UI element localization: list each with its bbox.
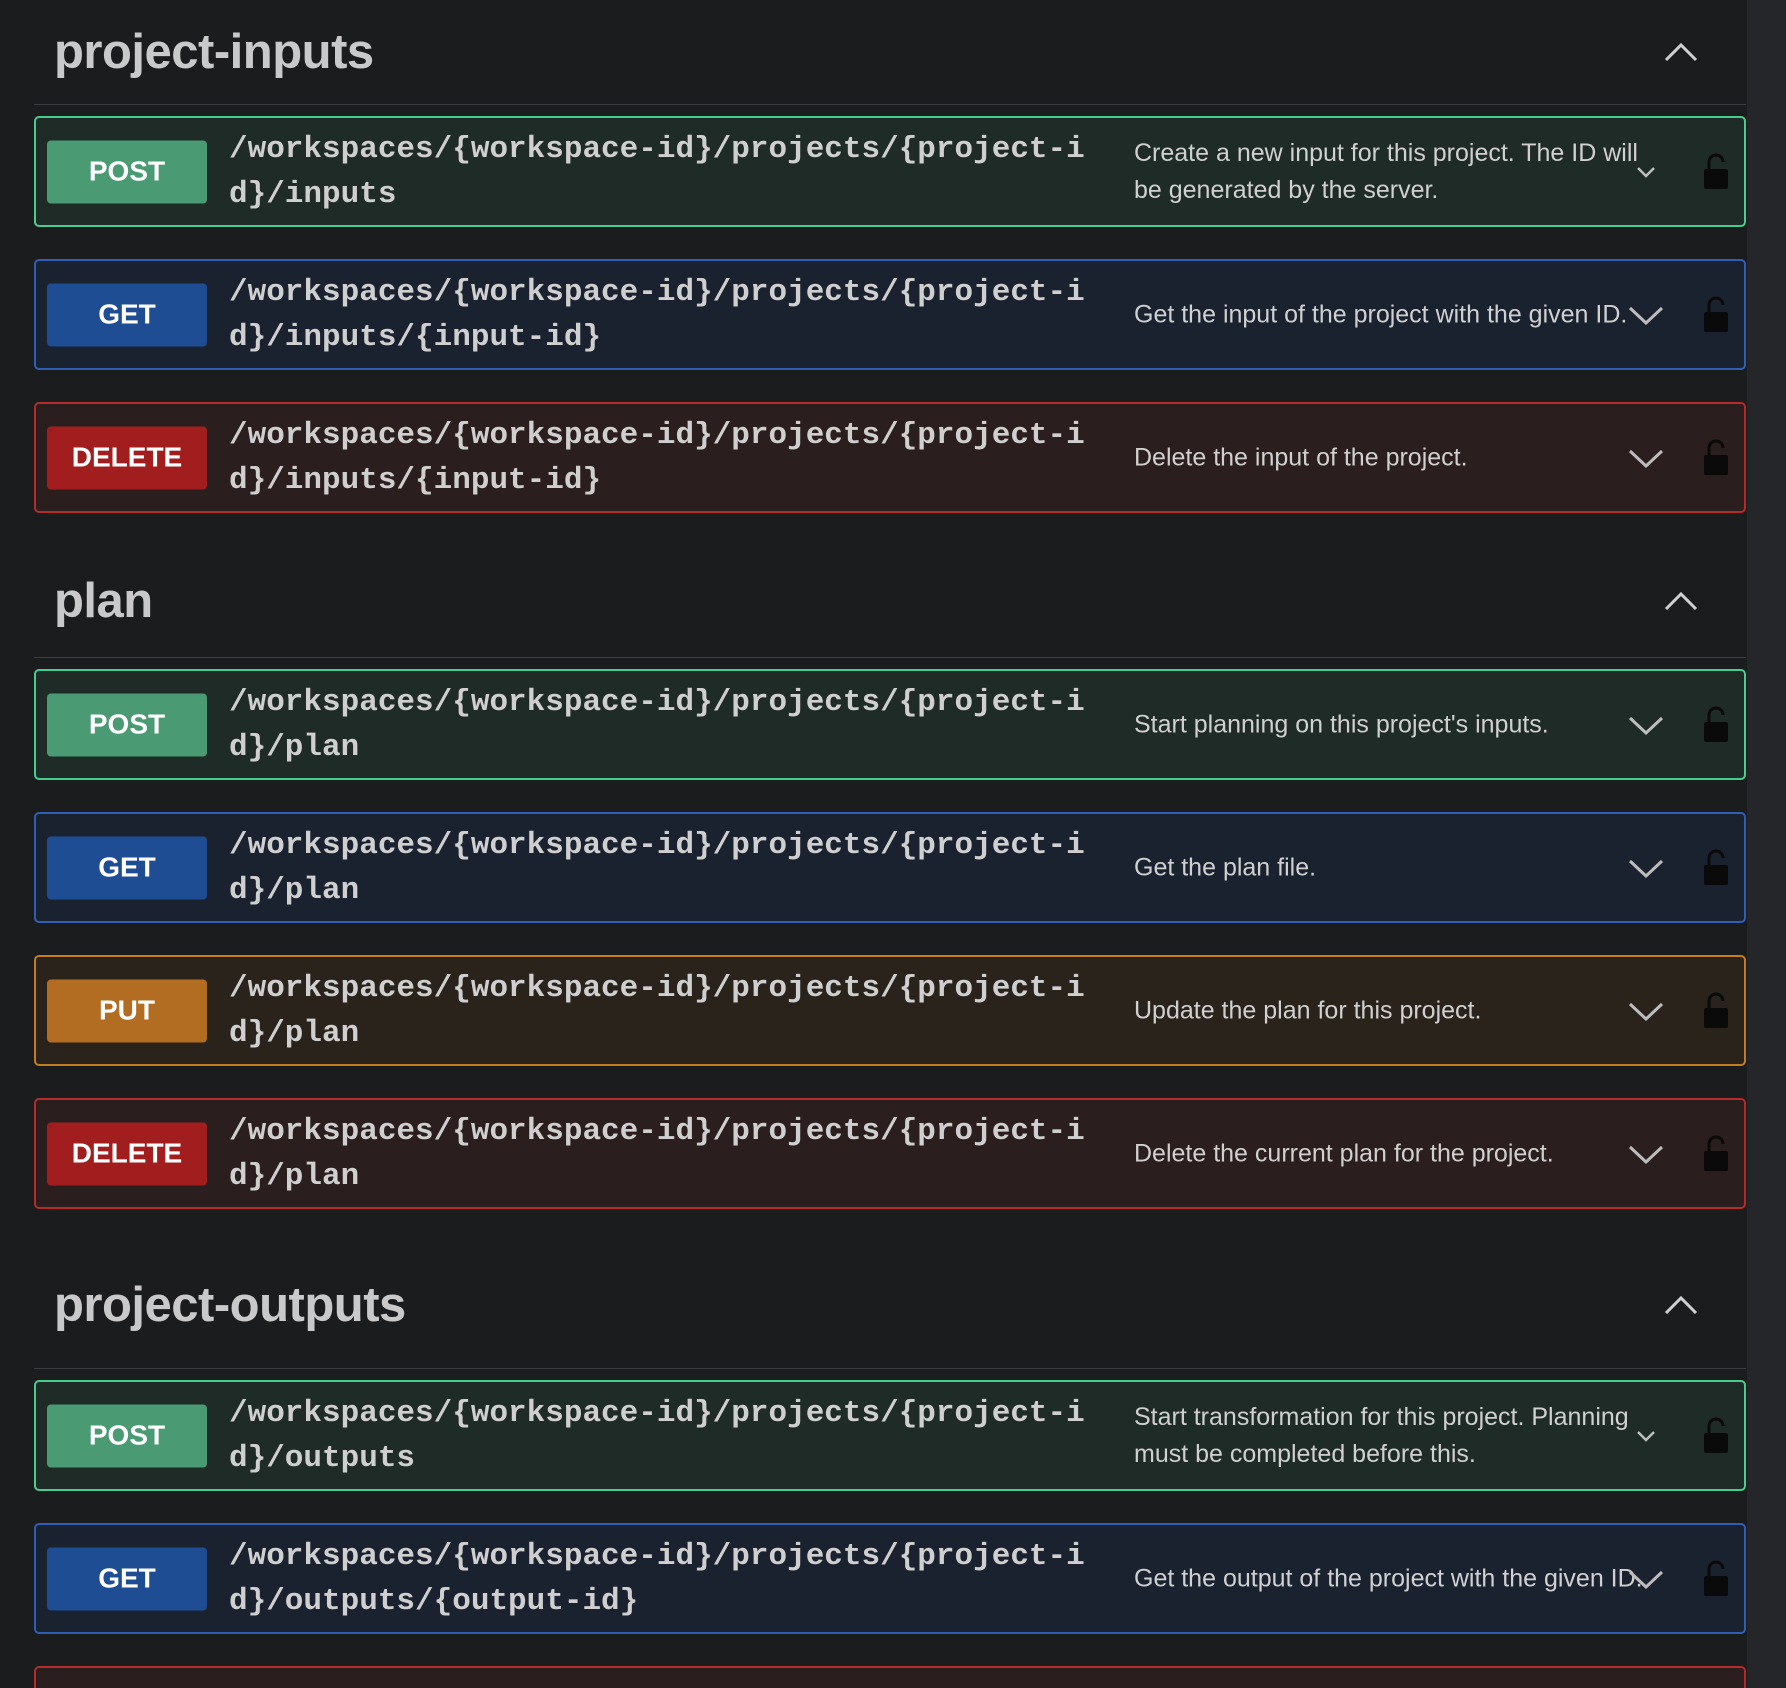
section-header[interactable]: project-inputs [34, 0, 1746, 105]
operation-path: /workspaces/{workspace-id}/projects/{pro… [229, 1113, 1085, 1194]
method-badge: GET [47, 1547, 207, 1610]
section-header[interactable]: plan [34, 545, 1746, 658]
lock-icon[interactable] [1702, 705, 1730, 745]
operation-summary: Update the plan for this project. [1134, 996, 1482, 1024]
operation-row-partial[interactable] [34, 1666, 1746, 1688]
operation-path: /workspaces/{workspace-id}/projects/{pro… [229, 1395, 1085, 1476]
operation-summary: Delete the input of the project. [1134, 443, 1468, 471]
chevron-down-icon[interactable] [1628, 448, 1664, 468]
section-title: plan [54, 574, 153, 628]
chevron-up-icon[interactable] [1664, 1295, 1698, 1315]
operation-path: /workspaces/{workspace-id}/projects/{pro… [229, 131, 1085, 212]
lock-icon[interactable] [1702, 1559, 1730, 1599]
chevron-down-icon[interactable] [1628, 1426, 1664, 1446]
operation-path: /workspaces/{workspace-id}/projects/{pro… [229, 684, 1085, 765]
lock-icon[interactable] [1702, 991, 1730, 1031]
lock-icon[interactable] [1702, 1416, 1730, 1456]
chevron-down-icon[interactable] [1628, 1001, 1664, 1021]
chevron-up-icon[interactable] [1664, 591, 1698, 611]
operation-summary: Get the plan file. [1134, 853, 1317, 881]
lock-icon[interactable] [1702, 1134, 1730, 1174]
method-badge: POST [47, 693, 207, 756]
method-badge: DELETE [47, 1122, 207, 1185]
operation-row[interactable]: DELETE /workspaces/{workspace-id}/projec… [34, 402, 1746, 513]
chevron-down-icon[interactable] [1628, 305, 1664, 325]
operation-summary: Get the input of the project with the gi… [1134, 300, 1628, 328]
method-badge: GET [47, 836, 207, 899]
chevron-down-icon[interactable] [1628, 1144, 1664, 1164]
lock-icon[interactable] [1702, 152, 1730, 192]
operation-summary: Get the output of the project with the g… [1134, 1564, 1643, 1592]
method-badge: GET [47, 283, 207, 346]
chevron-down-icon[interactable] [1628, 162, 1664, 182]
chevron-down-icon[interactable] [1628, 1569, 1664, 1589]
operation-summary: Start planning on this project's inputs. [1134, 710, 1549, 738]
operation-row[interactable]: GET /workspaces/{workspace-id}/projects/… [34, 812, 1746, 923]
method-badge: POST [47, 140, 207, 203]
operation-summary: Start transformation for this project. P… [1134, 1402, 1629, 1468]
chevron-down-icon[interactable] [1628, 715, 1664, 735]
operation-path: /workspaces/{workspace-id}/projects/{pro… [229, 827, 1085, 908]
section-project-outputs: project-outputs POST /workspaces/{worksp… [34, 1241, 1746, 1688]
section-title: project-inputs [54, 25, 374, 79]
operation-path: /workspaces/{workspace-id}/projects/{pro… [229, 417, 1085, 498]
operation-path: /workspaces/{workspace-id}/projects/{pro… [229, 274, 1085, 355]
scroll-gutter [1747, 0, 1786, 1688]
lock-icon[interactable] [1702, 295, 1730, 335]
operation-row[interactable]: PUT /workspaces/{workspace-id}/projects/… [34, 955, 1746, 1066]
section-title: project-outputs [54, 1277, 406, 1332]
api-operations-list: project-inputs POST /workspaces/{workspa… [34, 0, 1746, 1688]
operation-row[interactable]: POST /workspaces/{workspace-id}/projects… [34, 1380, 1746, 1491]
operation-row[interactable]: GET /workspaces/{workspace-id}/projects/… [34, 259, 1746, 370]
operation-row[interactable]: POST /workspaces/{workspace-id}/projects… [34, 669, 1746, 780]
section-header[interactable]: project-outputs [34, 1241, 1746, 1369]
operation-path: /workspaces/{workspace-id}/projects/{pro… [229, 1538, 1085, 1619]
operation-path: /workspaces/{workspace-id}/projects/{pro… [229, 970, 1085, 1051]
method-badge: POST [47, 1404, 207, 1467]
operation-row[interactable]: GET /workspaces/{workspace-id}/projects/… [34, 1523, 1746, 1634]
operation-summary: Delete the current plan for the project. [1134, 1139, 1554, 1167]
method-badge: PUT [47, 979, 207, 1042]
chevron-up-icon[interactable] [1664, 42, 1698, 62]
lock-icon[interactable] [1702, 848, 1730, 888]
operation-summary: Create a new input for this project. The… [1134, 138, 1638, 204]
chevron-down-icon[interactable] [1628, 858, 1664, 878]
operation-row[interactable]: DELETE /workspaces/{workspace-id}/projec… [34, 1098, 1746, 1209]
lock-icon[interactable] [1702, 438, 1730, 478]
operation-row[interactable]: POST /workspaces/{workspace-id}/projects… [34, 116, 1746, 227]
method-badge: DELETE [47, 426, 207, 489]
section-plan: plan POST /workspaces/{workspace-id}/pro… [34, 545, 1746, 1209]
section-project-inputs: project-inputs POST /workspaces/{workspa… [34, 0, 1746, 513]
